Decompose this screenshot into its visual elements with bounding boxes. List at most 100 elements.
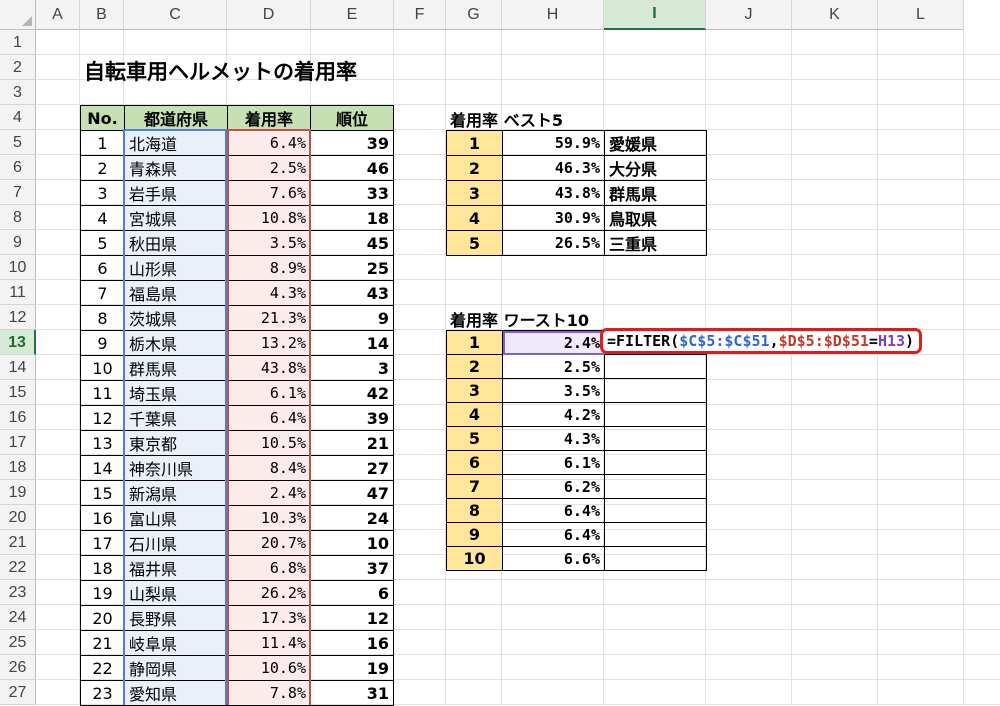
row-header-10[interactable]: 10 [0, 255, 36, 280]
cell-no[interactable]: 3 [80, 180, 125, 206]
worst10-label[interactable]: 着用率 ワースト10 [450, 307, 589, 331]
worst-prefecture-cell[interactable] [604, 354, 707, 379]
header-prefecture[interactable]: 都道府県 [124, 105, 228, 131]
cell-rate[interactable]: 4.3% [227, 280, 311, 306]
column-header-c[interactable]: C [124, 0, 227, 30]
cell-rank[interactable]: 18 [310, 205, 394, 231]
row-header-8[interactable]: 8 [0, 205, 36, 230]
cell-rank[interactable]: 33 [310, 180, 394, 206]
column-header-i[interactable]: I [604, 0, 706, 30]
cell-rank[interactable]: 47 [310, 480, 394, 506]
row-header-2[interactable]: 2 [0, 55, 36, 80]
cell-rate[interactable]: 3.5% [227, 230, 311, 256]
cell-prefecture[interactable]: 神奈川県 [124, 455, 228, 481]
cell-no[interactable]: 4 [80, 205, 125, 231]
worst-rank[interactable]: 10 [446, 546, 503, 571]
row-header-20[interactable]: 20 [0, 505, 36, 530]
cell-rate[interactable]: 8.4% [227, 455, 311, 481]
best-rate[interactable]: 26.5% [502, 230, 605, 256]
cell-rank[interactable]: 9 [310, 305, 394, 331]
cell-prefecture[interactable]: 栃木県 [124, 330, 228, 356]
cell-rate[interactable]: 17.3% [227, 605, 311, 631]
cell-rank[interactable]: 39 [310, 130, 394, 156]
worst-prefecture-cell[interactable] [604, 498, 707, 523]
cell-prefecture[interactable]: 石川県 [124, 530, 228, 556]
cell-rate[interactable]: 6.1% [227, 380, 311, 406]
formula-cell-editor[interactable]: =FILTER($C$5:$C$51, $D$5:$D$51 = H13) [600, 328, 922, 354]
cell-rank[interactable]: 42 [310, 380, 394, 406]
worst-rate[interactable]: 6.1% [502, 450, 605, 475]
best-prefecture[interactable]: 三重県 [604, 230, 707, 256]
cell-no[interactable]: 15 [80, 480, 125, 506]
row-header-11[interactable]: 11 [0, 280, 36, 305]
best-rate[interactable]: 43.8% [502, 180, 605, 206]
worst-rank[interactable]: 8 [446, 498, 503, 523]
cell-no[interactable]: 22 [80, 655, 125, 681]
cell-no[interactable]: 19 [80, 580, 125, 606]
row-header-4[interactable]: 4 [0, 105, 36, 130]
cell-rate[interactable]: 7.8% [227, 680, 311, 706]
column-header-k[interactable]: K [792, 0, 878, 30]
best-rank[interactable]: 2 [446, 155, 503, 181]
worst-rate[interactable]: 6.6% [502, 546, 605, 571]
column-header-f[interactable]: F [394, 0, 446, 30]
worst-rate[interactable]: 2.5% [502, 354, 605, 379]
cell-rate[interactable]: 10.8% [227, 205, 311, 231]
cell-no[interactable]: 18 [80, 555, 125, 581]
cell-prefecture[interactable]: 千葉県 [124, 405, 228, 431]
cell-no[interactable]: 8 [80, 305, 125, 331]
cell-prefecture[interactable]: 茨城県 [124, 305, 228, 331]
row-header-14[interactable]: 14 [0, 355, 36, 380]
cell-rank[interactable]: 43 [310, 280, 394, 306]
cell-rank[interactable]: 25 [310, 255, 394, 281]
cell-prefecture[interactable]: 富山県 [124, 505, 228, 531]
row-header-5[interactable]: 5 [0, 130, 36, 155]
cell-no[interactable]: 14 [80, 455, 125, 481]
worst-prefecture-cell[interactable] [604, 474, 707, 499]
cell-no[interactable]: 7 [80, 280, 125, 306]
worst-rank[interactable]: 3 [446, 378, 503, 403]
cell-rate[interactable]: 6.4% [227, 130, 311, 156]
row-header-22[interactable]: 22 [0, 555, 36, 580]
best-rank[interactable]: 4 [446, 205, 503, 231]
cell-rate[interactable]: 6.8% [227, 555, 311, 581]
cell-rank[interactable]: 45 [310, 230, 394, 256]
row-header-7[interactable]: 7 [0, 180, 36, 205]
worst-rank[interactable]: 5 [446, 426, 503, 451]
column-header-j[interactable]: J [706, 0, 792, 30]
best5-label[interactable]: 着用率 ベスト5 [450, 107, 563, 131]
worst-prefecture-cell[interactable] [604, 450, 707, 475]
best-rank[interactable]: 1 [446, 130, 503, 156]
cell-no[interactable]: 13 [80, 430, 125, 456]
row-header-17[interactable]: 17 [0, 430, 36, 455]
cell-prefecture[interactable]: 青森県 [124, 155, 228, 181]
worst-prefecture-cell[interactable] [604, 378, 707, 403]
cell-rank[interactable]: 10 [310, 530, 394, 556]
cell-no[interactable]: 2 [80, 155, 125, 181]
cell-rate[interactable]: 26.2% [227, 580, 311, 606]
cell-rate[interactable]: 10.3% [227, 505, 311, 531]
cell-prefecture[interactable]: 福井県 [124, 555, 228, 581]
column-header-h[interactable]: H [502, 0, 604, 30]
row-header-12[interactable]: 12 [0, 305, 36, 330]
column-header-a[interactable]: A [36, 0, 80, 30]
cell-rate[interactable]: 2.5% [227, 155, 311, 181]
best-prefecture[interactable]: 鳥取県 [604, 205, 707, 231]
best-rate[interactable]: 46.3% [502, 155, 605, 181]
cell-prefecture[interactable]: 埼玉県 [124, 380, 228, 406]
cell-no[interactable]: 1 [80, 130, 125, 156]
cell-prefecture[interactable]: 福島県 [124, 280, 228, 306]
cell-no[interactable]: 5 [80, 230, 125, 256]
cell-prefecture[interactable]: 新潟県 [124, 480, 228, 506]
best-rank[interactable]: 5 [446, 230, 503, 256]
worst-rank[interactable]: 6 [446, 450, 503, 475]
cell-rank[interactable]: 21 [310, 430, 394, 456]
row-header-18[interactable]: 18 [0, 455, 36, 480]
cell-no[interactable]: 10 [80, 355, 125, 381]
cell-rate[interactable]: 8.9% [227, 255, 311, 281]
cell-rank[interactable]: 24 [310, 505, 394, 531]
worst-rank[interactable]: 7 [446, 474, 503, 499]
worst-rate[interactable]: 4.2% [502, 402, 605, 427]
cell-prefecture[interactable]: 山梨県 [124, 580, 228, 606]
cell-rate[interactable]: 7.6% [227, 180, 311, 206]
